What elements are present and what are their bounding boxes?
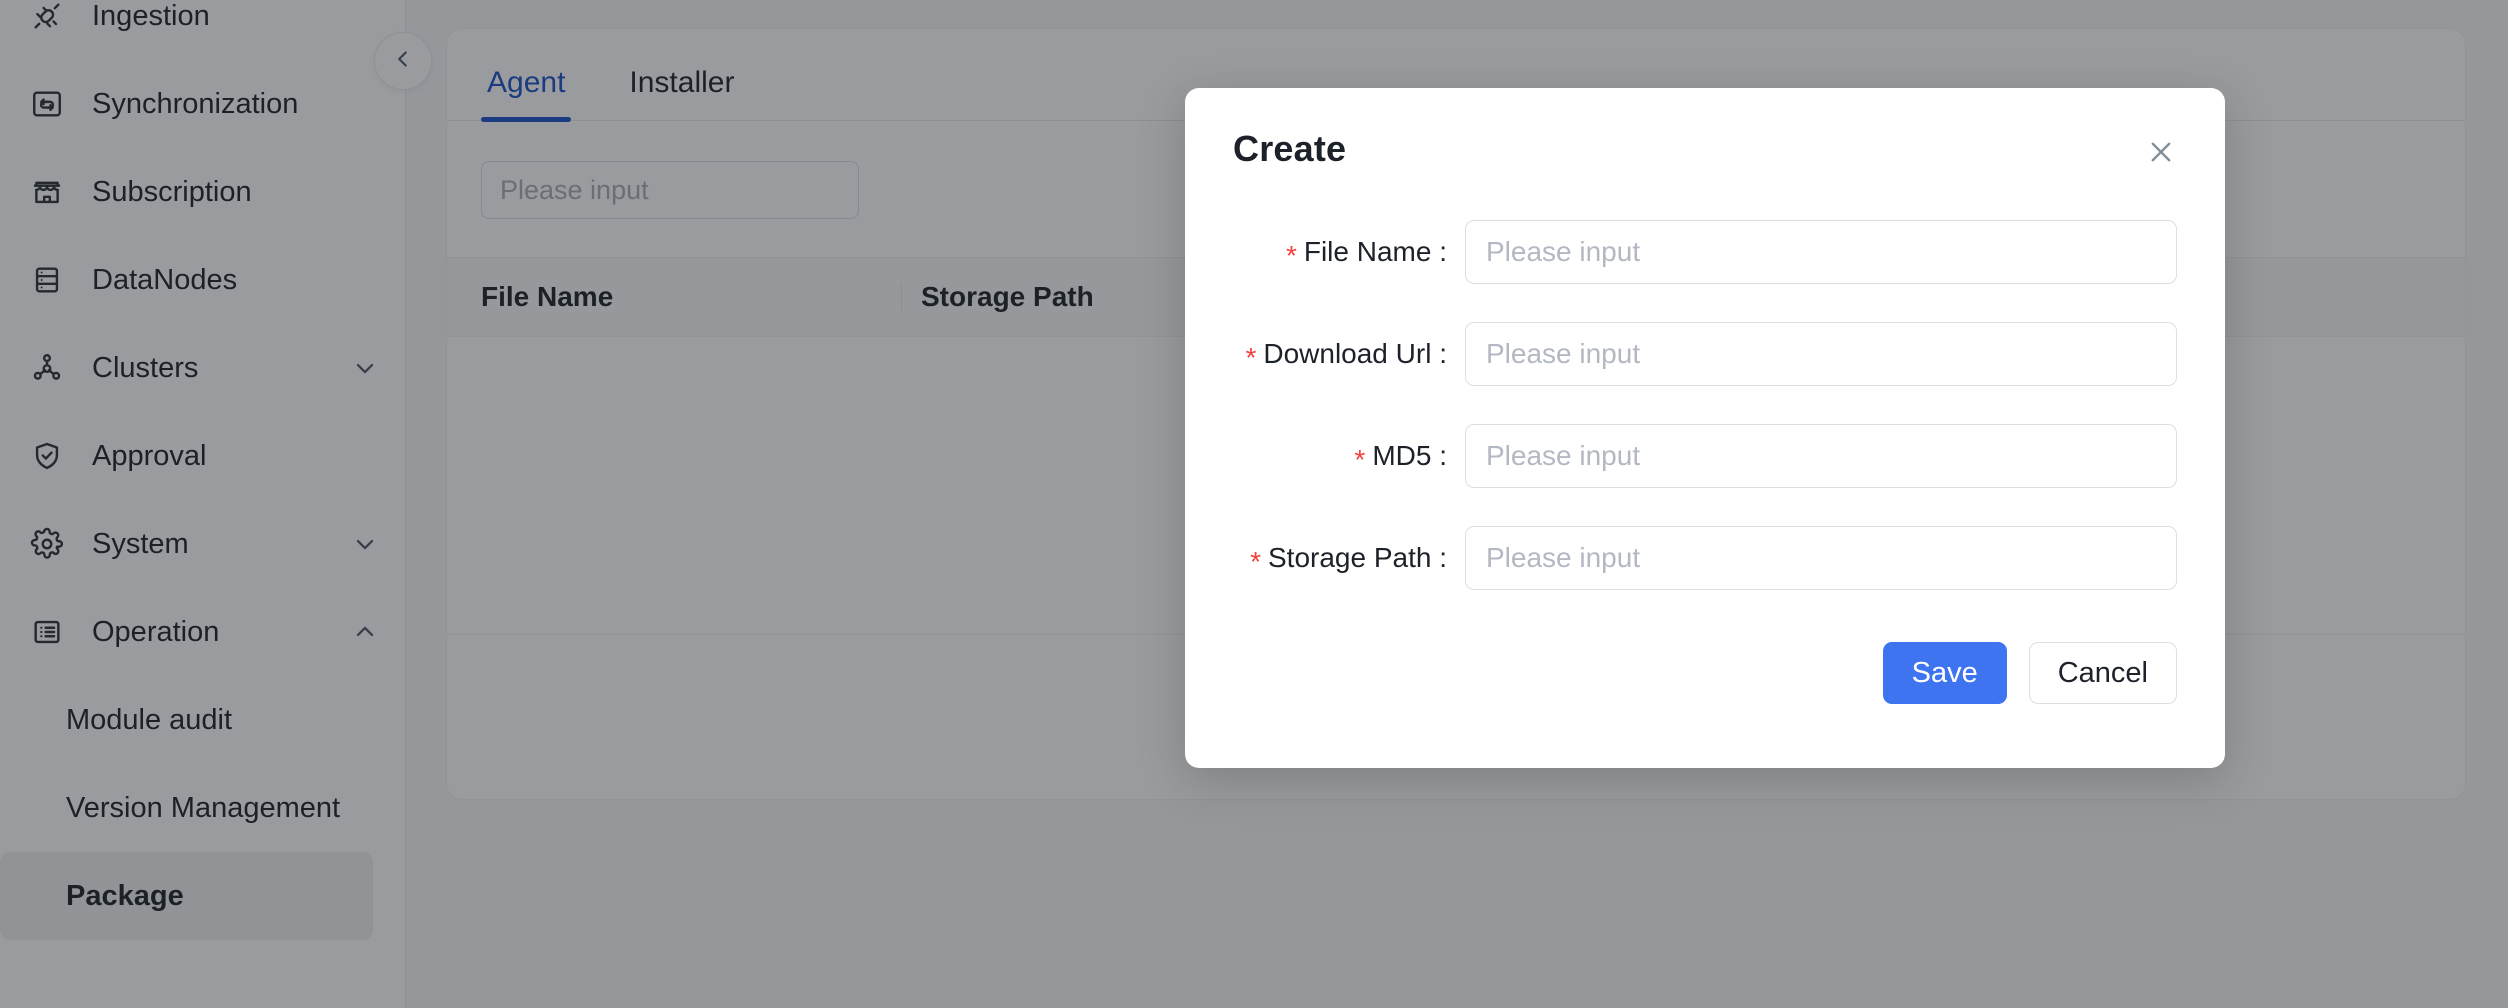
dialog-title: Create bbox=[1233, 128, 1346, 170]
form-row-md5: *MD5 : bbox=[1233, 424, 2177, 488]
label-text: Storage Path : bbox=[1268, 542, 1447, 573]
label-download-url: *Download Url : bbox=[1233, 338, 1465, 370]
required-asterisk: * bbox=[1354, 444, 1365, 475]
field-download-url bbox=[1465, 322, 2177, 386]
form-row-storage-path: *Storage Path : bbox=[1233, 526, 2177, 590]
field-file-name bbox=[1465, 220, 2177, 284]
close-icon[interactable] bbox=[2139, 130, 2183, 174]
required-asterisk: * bbox=[1250, 546, 1261, 577]
label-text: Download Url : bbox=[1263, 338, 1447, 369]
required-asterisk: * bbox=[1245, 342, 1256, 373]
storage-path-input[interactable] bbox=[1466, 542, 2176, 574]
dialog-header: Create bbox=[1233, 128, 2177, 186]
label-text: File Name : bbox=[1304, 236, 1447, 267]
md5-input[interactable] bbox=[1466, 440, 2176, 472]
save-button[interactable]: Save bbox=[1883, 642, 2007, 704]
cancel-button[interactable]: Cancel bbox=[2029, 642, 2177, 704]
app-root: Ingestion Synchronization bbox=[0, 0, 2508, 1008]
field-storage-path bbox=[1465, 526, 2177, 590]
label-file-name: *File Name : bbox=[1233, 236, 1465, 268]
form-row-file-name: *File Name : bbox=[1233, 220, 2177, 284]
download-url-input[interactable] bbox=[1466, 338, 2176, 370]
label-text: MD5 : bbox=[1372, 440, 1447, 471]
required-asterisk: * bbox=[1286, 240, 1297, 271]
file-name-input[interactable] bbox=[1466, 236, 2176, 268]
label-md5: *MD5 : bbox=[1233, 440, 1465, 472]
field-md5 bbox=[1465, 424, 2177, 488]
create-package-form: *File Name : *Download Url : *MD5 : bbox=[1233, 220, 2177, 590]
form-row-download-url: *Download Url : bbox=[1233, 322, 2177, 386]
label-storage-path: *Storage Path : bbox=[1233, 542, 1465, 574]
create-package-dialog: Create *File Name : *Download Url : bbox=[1185, 88, 2225, 768]
dialog-footer: Save Cancel bbox=[1233, 642, 2177, 704]
